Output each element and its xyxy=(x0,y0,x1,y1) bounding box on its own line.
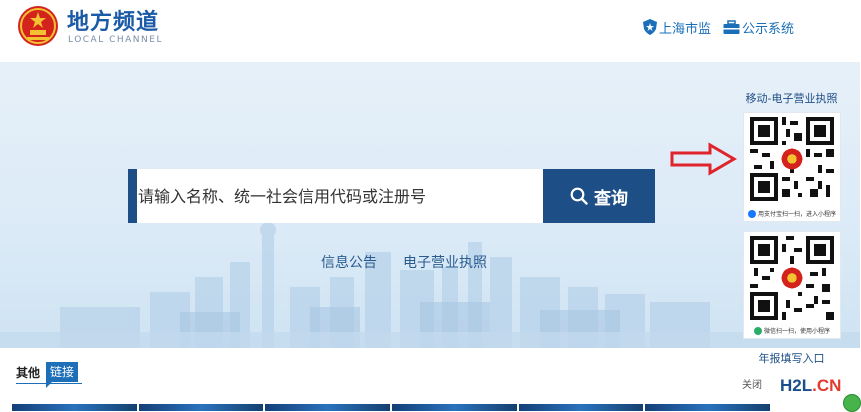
link-thumbnail[interactable] xyxy=(265,404,391,411)
link-thumbnail[interactable] xyxy=(138,404,264,411)
shanghai-market-supervision-link[interactable]: 上海市监 xyxy=(643,17,711,37)
alipay-qr-code-icon xyxy=(750,117,834,201)
link-thumbnail[interactable] xyxy=(12,404,137,411)
alipay-qr-caption: 用支付宝扫一扫，进入小程序 xyxy=(746,209,838,218)
alipay-icon xyxy=(747,209,756,218)
site-subtitle: LOCAL CHANNEL xyxy=(68,35,163,45)
search-box-accent xyxy=(128,169,137,223)
shanghai-market-supervision-label: 上海市监 xyxy=(659,21,712,37)
other-links-header: 其他 链接 xyxy=(16,362,79,388)
annual-report-entry-link[interactable]: 年报填写入口 xyxy=(740,350,843,366)
link-thumbnail[interactable] xyxy=(645,404,771,411)
wechat-qr-card: 微信扫一扫，使用小程序 xyxy=(743,231,841,339)
wechat-icon xyxy=(753,326,762,335)
link-thumbnail[interactable] xyxy=(518,404,644,411)
red-arrow-annotation-icon xyxy=(670,142,737,176)
h2l-watermark: H2L.CN xyxy=(780,376,841,396)
search-button-label: 查询 xyxy=(594,188,628,209)
other-links-divider xyxy=(16,383,82,384)
watermark-h2l: H2L xyxy=(780,376,813,395)
other-label: 其他 xyxy=(16,365,41,380)
e-business-license-link[interactable]: 电子营业执照 xyxy=(403,252,487,272)
public-disclosure-system-link[interactable]: 公示系统 xyxy=(723,17,794,37)
site-title[interactable]: 地方频道 xyxy=(67,4,159,36)
search-icon xyxy=(570,187,588,205)
mobile-e-license-title: 移动-电子营业执照 xyxy=(745,92,838,105)
shield-star-icon xyxy=(643,19,657,35)
links-tag: 链接 xyxy=(46,362,79,388)
search-button[interactable]: 查询 xyxy=(543,169,655,223)
watermark-badge-icon xyxy=(843,394,861,412)
alipay-qr-caption-text: 用支付宝扫一扫，进入小程序 xyxy=(757,211,836,218)
search-box: 查询 xyxy=(128,169,655,223)
public-disclosure-system-label: 公示系统 xyxy=(742,21,795,37)
briefcase-icon xyxy=(723,19,740,34)
link-thumbnail[interactable] xyxy=(392,404,517,411)
national-emblem-icon[interactable] xyxy=(16,4,60,48)
mobile-license-side-panel: 移动-电子营业执照 用支付宝扫一扫，进入小程序 微信扫一扫，使用小程序 年报填写… xyxy=(740,84,843,394)
wechat-qr-caption: 微信扫一扫，使用小程序 xyxy=(746,326,838,335)
info-announcement-link[interactable]: 信息公告 xyxy=(321,252,377,272)
close-panel-button[interactable]: 关闭 xyxy=(740,376,764,391)
wechat-qr-caption-text: 微信扫一扫，使用小程序 xyxy=(763,328,830,335)
site-header: 地方频道 LOCAL CHANNEL 上海市监 公示系统 xyxy=(0,0,812,62)
search-input[interactable] xyxy=(137,169,543,223)
wechat-qr-code-icon xyxy=(750,236,834,320)
link-thumbnails-strip xyxy=(12,404,772,411)
watermark-cn: CN xyxy=(816,376,842,395)
alipay-qr-card: 用支付宝扫一扫，进入小程序 xyxy=(743,112,841,222)
hero-banner: 查询 信息公告 电子营业执照 xyxy=(0,62,860,348)
